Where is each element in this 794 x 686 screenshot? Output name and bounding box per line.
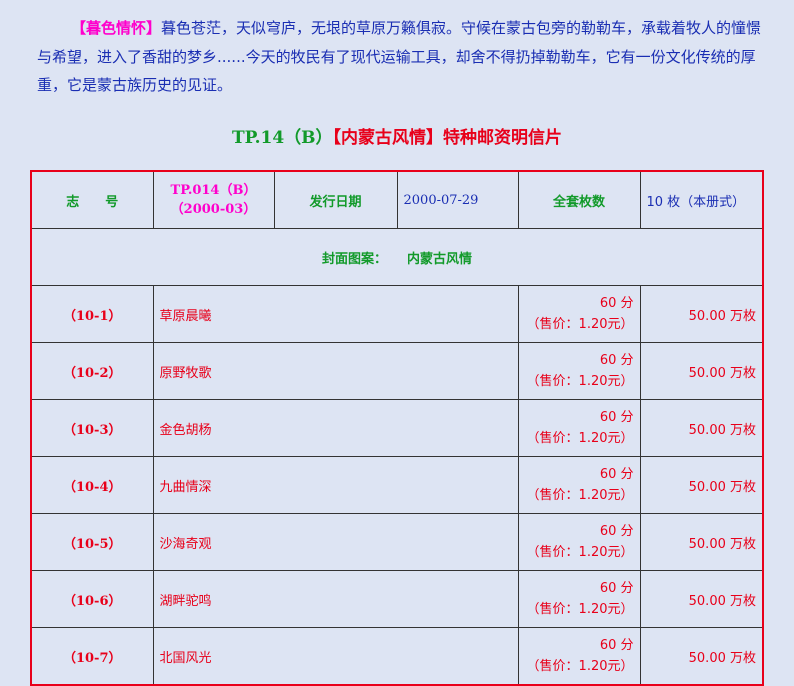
- card-face-value: 60 分: [599, 467, 634, 482]
- table-body: 志 号 TP.014（B） （2000-03） 发行日期 2000-07-29 …: [30, 170, 764, 686]
- card-sale-price: （售价：1.20元）: [526, 488, 634, 503]
- cover-value: 内蒙古风情: [407, 251, 473, 267]
- table-row: （10-6） 湖畔驼鸣 60 分 （售价：1.20元） 50.00 万枚: [30, 570, 764, 628]
- zhi-label: 志 号: [30, 170, 154, 229]
- zhi-value: TP.014（B） （2000-03）: [152, 170, 275, 229]
- card-sale-price: （售价：1.20元）: [526, 602, 634, 617]
- card-index: （10-3）: [30, 399, 154, 457]
- date-label: 发行日期: [273, 170, 398, 229]
- card-name: 北国风光: [152, 627, 519, 686]
- card-quantity: 50.00 万枚: [639, 513, 764, 571]
- title-code: TP.14（B）: [231, 128, 333, 148]
- postcard-info-table: 志 号 TP.014（B） （2000-03） 发行日期 2000-07-29 …: [30, 170, 764, 686]
- card-price: 60 分 （售价：1.20元）: [517, 399, 641, 457]
- card-price: 60 分 （售价：1.20元）: [517, 285, 641, 343]
- date-value: 2000-07-29: [396, 170, 519, 229]
- card-name: 沙海奇观: [152, 513, 519, 571]
- card-index: （10-4）: [30, 456, 154, 514]
- table-row: （10-1） 草原晨曦 60 分 （售价：1.20元） 50.00 万枚: [30, 285, 764, 343]
- intro-paragraph: 【暮色情怀】暮色苍茫，天似穹庐，无垠的草原万籁俱寂。守候在蒙古包旁的勒勒车，承载…: [37, 14, 765, 100]
- intro-tag: 【暮色情怀】: [71, 19, 162, 37]
- card-sale-price: （售价：1.20元）: [526, 374, 634, 389]
- card-name: 草原晨曦: [152, 285, 519, 343]
- zhi-value-line2: （2000-03）: [170, 202, 257, 217]
- table-row: （10-2） 原野牧歌 60 分 （售价：1.20元） 50.00 万枚: [30, 342, 764, 400]
- count-value: 10 枚（本册式）: [639, 170, 764, 229]
- card-face-value: 60 分: [599, 524, 634, 539]
- card-price: 60 分 （售价：1.20元）: [517, 342, 641, 400]
- card-name: 原野牧歌: [152, 342, 519, 400]
- card-face-value: 60 分: [599, 296, 634, 311]
- card-price: 60 分 （售价：1.20元）: [517, 627, 641, 686]
- card-quantity: 50.00 万枚: [639, 456, 764, 514]
- card-quantity: 50.00 万枚: [639, 627, 764, 686]
- card-index: （10-2）: [30, 342, 154, 400]
- card-name: 九曲情深: [152, 456, 519, 514]
- card-name: 湖畔驼鸣: [152, 570, 519, 628]
- page-title: TP.14（B）【内蒙古风情】特种邮资明信片: [0, 125, 794, 151]
- card-face-value: 60 分: [599, 410, 634, 425]
- table-row: （10-3） 金色胡杨 60 分 （售价：1.20元） 50.00 万枚: [30, 399, 764, 457]
- cover-cell: 封面图案： 内蒙古风情: [30, 228, 764, 286]
- card-index: （10-6）: [30, 570, 154, 628]
- card-name: 金色胡杨: [152, 399, 519, 457]
- card-face-value: 60 分: [599, 353, 634, 368]
- card-face-value: 60 分: [599, 638, 634, 653]
- header-row: 志 号 TP.014（B） （2000-03） 发行日期 2000-07-29 …: [30, 170, 764, 229]
- card-face-value: 60 分: [599, 581, 634, 596]
- card-price: 60 分 （售价：1.20元）: [517, 456, 641, 514]
- card-sale-price: （售价：1.20元）: [526, 317, 634, 332]
- card-sale-price: （售价：1.20元）: [526, 545, 634, 560]
- card-quantity: 50.00 万枚: [639, 342, 764, 400]
- card-sale-price: （售价：1.20元）: [526, 431, 634, 446]
- card-index: （10-7）: [30, 627, 154, 686]
- title-name: 【内蒙古风情】特种邮资明信片: [332, 128, 563, 148]
- card-sale-price: （售价：1.20元）: [526, 659, 634, 674]
- card-quantity: 50.00 万枚: [639, 285, 764, 343]
- cover-row: 封面图案： 内蒙古风情: [30, 228, 764, 286]
- card-index: （10-5）: [30, 513, 154, 571]
- card-index: （10-1）: [30, 285, 154, 343]
- card-price: 60 分 （售价：1.20元）: [517, 570, 641, 628]
- count-label: 全套枚数: [517, 170, 641, 229]
- zhi-value-line1: TP.014（B）: [170, 183, 257, 198]
- card-price: 60 分 （售价：1.20元）: [517, 513, 641, 571]
- cover-label: 封面图案：: [321, 251, 387, 267]
- table-row: （10-4） 九曲情深 60 分 （售价：1.20元） 50.00 万枚: [30, 456, 764, 514]
- card-quantity: 50.00 万枚: [639, 399, 764, 457]
- table-row: （10-5） 沙海奇观 60 分 （售价：1.20元） 50.00 万枚: [30, 513, 764, 571]
- card-quantity: 50.00 万枚: [639, 570, 764, 628]
- table-row: （10-7） 北国风光 60 分 （售价：1.20元） 50.00 万枚: [30, 627, 764, 686]
